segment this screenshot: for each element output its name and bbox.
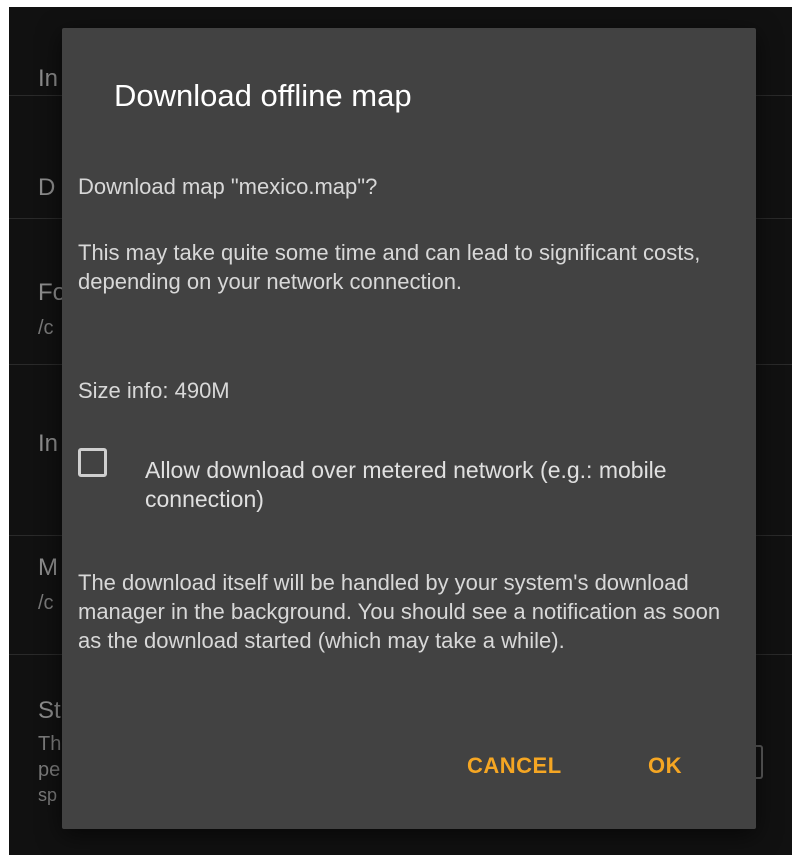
bg-setting-subtitle: Th	[38, 733, 62, 755]
cost-warning-text: This may take quite some time and can le…	[78, 240, 701, 294]
dialog-title: Download offline map	[114, 78, 412, 113]
ok-button[interactable]: OK	[648, 753, 682, 779]
bg-setting-subtitle: pe	[38, 759, 61, 781]
download-question-text: Download map "mexico.map"?	[78, 174, 378, 199]
bg-setting-title: D	[38, 174, 56, 201]
size-info-text: Size info: 490M	[78, 378, 230, 403]
bg-setting-title: In	[38, 65, 59, 92]
bg-setting-subtitle: /c	[38, 317, 54, 339]
bg-setting-title: St	[38, 697, 61, 724]
metered-network-checkbox[interactable]	[78, 448, 107, 477]
metered-network-option[interactable]: Allow download over metered network (e.g…	[78, 447, 738, 527]
bg-setting-subtitle: /c	[38, 592, 54, 614]
bg-setting-subtitle: sp	[38, 785, 58, 805]
bg-setting-title: In	[38, 430, 59, 457]
bg-setting-title: M	[38, 554, 58, 581]
metered-network-checkbox-label[interactable]: Allow download over metered network (e.g…	[145, 456, 735, 514]
download-manager-notice-text: The download itself will be handled by y…	[78, 570, 721, 653]
cancel-button[interactable]: CANCEL	[467, 753, 562, 779]
download-offline-map-dialog: Download offline map Download map "mexic…	[62, 28, 756, 829]
